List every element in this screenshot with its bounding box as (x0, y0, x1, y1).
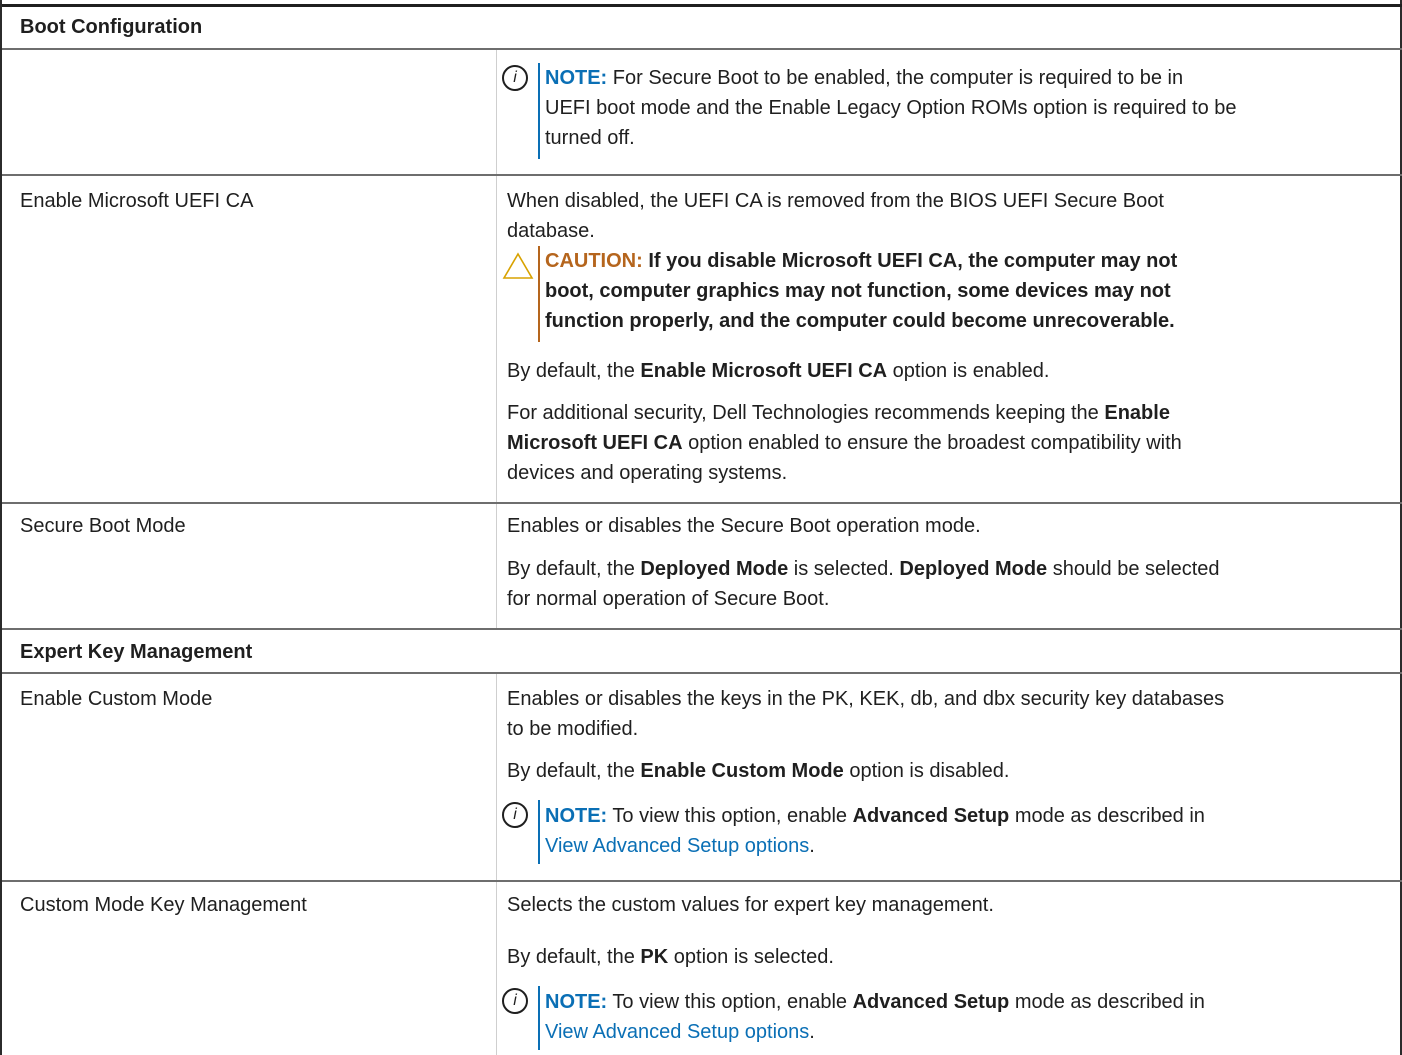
row-divider (2, 174, 1402, 176)
row-divider (2, 880, 1402, 882)
info-icon: i (502, 802, 528, 828)
default-state-text: By default, the Deployed Mode is selecte… (507, 558, 1220, 610)
note-label: NOTE: (545, 67, 608, 89)
setting-description: Enables or disables the keys in the PK, … (507, 688, 1225, 740)
note-secure-boot: i NOTE: For Secure Boot to be enabled, t… (500, 63, 1400, 159)
column-divider (496, 504, 497, 628)
view-advanced-setup-options-link[interactable]: View Advanced Setup options (545, 1021, 809, 1043)
note-accent-bar (538, 800, 540, 864)
note-accent-bar (538, 986, 540, 1050)
note-advanced-setup: i NOTE: To view this option, enable Adva… (500, 986, 1400, 1050)
view-advanced-setup-options-link[interactable]: View Advanced Setup options (545, 835, 809, 857)
row-divider (2, 628, 1402, 630)
note-label: NOTE: (545, 805, 608, 827)
setting-description: Selects the custom values for expert key… (507, 894, 994, 916)
settings-table: Boot Configuration i NOTE: For Secure Bo… (0, 0, 1402, 1055)
caution-accent-bar (538, 246, 540, 342)
note-label: NOTE: (545, 991, 608, 1013)
caution-microsoft-uefi-ca: CAUTION: If you disable Microsoft UEFI C… (500, 246, 1400, 342)
row-divider (2, 672, 1402, 674)
column-divider (496, 176, 497, 502)
note-advanced-setup: i NOTE: To view this option, enable Adva… (500, 800, 1400, 864)
note-accent-bar (538, 63, 540, 159)
table-top-border (2, 4, 1402, 7)
default-state-text: By default, the Enable Custom Mode optio… (507, 760, 1010, 782)
section-header-boot-configuration: Boot Configuration (20, 16, 203, 38)
setting-description: When disabled, the UEFI CA is removed fr… (507, 190, 1164, 242)
column-divider (496, 674, 497, 880)
default-state-text: By default, the Enable Microsoft UEFI CA… (507, 360, 1050, 382)
info-icon: i (502, 65, 528, 91)
info-icon: i (502, 988, 528, 1014)
column-divider (496, 882, 497, 1055)
row-divider (2, 48, 1402, 50)
caution-label: CAUTION: (545, 250, 643, 272)
warning-icon (502, 252, 534, 279)
column-divider (496, 50, 497, 174)
setting-name-secure-boot-mode: Secure Boot Mode (20, 515, 186, 537)
setting-name-enable-microsoft-uefi-ca: Enable Microsoft UEFI CA (20, 190, 254, 212)
setting-name-enable-custom-mode: Enable Custom Mode (20, 688, 213, 710)
recommendation-text: For additional security, Dell Technologi… (507, 402, 1182, 484)
section-header-expert-key-management: Expert Key Management (20, 641, 253, 663)
setting-description: Enables or disables the Secure Boot oper… (507, 515, 981, 537)
setting-name-custom-mode-key-management: Custom Mode Key Management (20, 894, 307, 916)
default-state-text: By default, the PK option is selected. (507, 946, 834, 968)
row-divider (2, 502, 1402, 504)
